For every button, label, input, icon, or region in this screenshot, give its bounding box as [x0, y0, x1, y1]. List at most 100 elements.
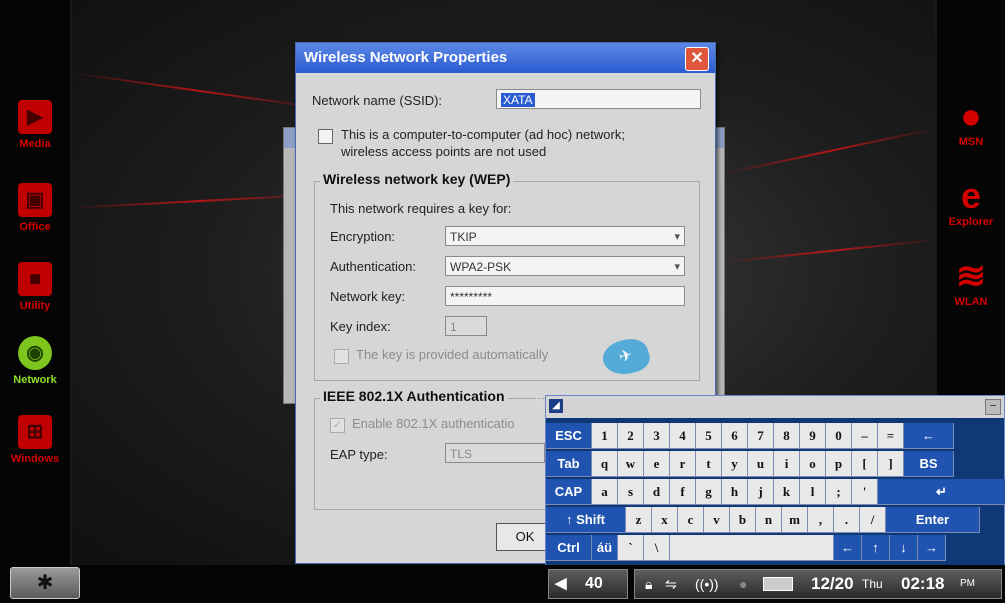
- gear-icon[interactable]: ✱: [10, 567, 80, 599]
- key[interactable]: ↓: [890, 535, 918, 561]
- keyindex-input[interactable]: 1: [445, 316, 487, 336]
- key[interactable]: CAP: [546, 479, 592, 505]
- onscreen-keyboard: ◢ – ESC 1 2 3 4 5 6 7 8 9 0– = ← Tab q w e r t y u i o p[] BS CAP…: [545, 395, 1005, 567]
- key[interactable]: e: [644, 451, 670, 477]
- key[interactable]: 6: [722, 423, 748, 449]
- key[interactable]: q: [592, 451, 618, 477]
- key[interactable]: r: [670, 451, 696, 477]
- key[interactable]: z: [626, 507, 652, 533]
- key[interactable]: g: [696, 479, 722, 505]
- key[interactable]: →: [918, 535, 946, 561]
- key[interactable]: 4: [670, 423, 696, 449]
- wifi-signal-icon: ((•)): [695, 576, 719, 592]
- key[interactable]: p: [826, 451, 852, 477]
- key[interactable]: 0: [826, 423, 852, 449]
- launcher-wlan[interactable]: ≋ WLAN: [937, 258, 1005, 309]
- status-date: 12/20: [811, 574, 854, 593]
- key[interactable]: ,: [808, 507, 834, 533]
- key[interactable]: Ctrl: [546, 535, 592, 561]
- wep-group-title: Wireless network key (WEP): [320, 171, 514, 187]
- key[interactable]: a: [592, 479, 618, 505]
- eap-value: TLS: [450, 447, 473, 461]
- key[interactable]: i: [774, 451, 800, 477]
- key[interactable]: ]: [878, 451, 904, 477]
- key[interactable]: BS: [904, 451, 954, 477]
- key[interactable]: b: [730, 507, 756, 533]
- key[interactable]: 2: [618, 423, 644, 449]
- key[interactable]: n: [756, 507, 782, 533]
- key[interactable]: ;: [826, 479, 852, 505]
- key[interactable]: `: [618, 535, 644, 561]
- launcher-label: Utility: [19, 300, 51, 312]
- key-space[interactable]: [670, 535, 834, 561]
- key[interactable]: x: [652, 507, 678, 533]
- encryption-select[interactable]: TKIP ▾: [445, 226, 685, 246]
- key[interactable]: ↵: [878, 479, 1005, 505]
- key[interactable]: l: [800, 479, 826, 505]
- key[interactable]: .: [834, 507, 860, 533]
- key[interactable]: j: [748, 479, 774, 505]
- key[interactable]: 1: [592, 423, 618, 449]
- key[interactable]: áü: [592, 535, 618, 561]
- key[interactable]: c: [678, 507, 704, 533]
- key[interactable]: Tab: [546, 451, 592, 477]
- key[interactable]: d: [644, 479, 670, 505]
- key[interactable]: =: [878, 423, 904, 449]
- netkey-input[interactable]: *********: [445, 286, 685, 306]
- key[interactable]: s: [618, 479, 644, 505]
- close-icon[interactable]: ✕: [685, 47, 709, 71]
- left-launcher-bar: ▶ Media ▣ Office ■ Utility ◉ Network ⊞ W…: [0, 0, 72, 565]
- key[interactable]: ESC: [546, 423, 592, 449]
- key[interactable]: [: [852, 451, 878, 477]
- key[interactable]: h: [722, 479, 748, 505]
- keyboard-menu-icon[interactable]: ◢: [549, 399, 563, 413]
- key[interactable]: 3: [644, 423, 670, 449]
- launcher-office[interactable]: ▣ Office: [0, 183, 70, 233]
- key[interactable]: 9: [800, 423, 826, 449]
- key[interactable]: m: [782, 507, 808, 533]
- key[interactable]: t: [696, 451, 722, 477]
- launcher-media[interactable]: ▶ Media: [0, 100, 70, 150]
- key[interactable]: w: [618, 451, 644, 477]
- key[interactable]: o: [800, 451, 826, 477]
- eap-select[interactable]: TLS: [445, 443, 545, 463]
- globe-icon: ◉: [18, 336, 52, 370]
- ie-icon: e: [960, 175, 982, 216]
- key[interactable]: ↑: [862, 535, 890, 561]
- launcher-msn[interactable]: ● MSN: [937, 98, 1005, 149]
- key[interactable]: f: [670, 479, 696, 505]
- auth-label: Authentication:: [330, 259, 417, 274]
- speaker-icon: ◀: [555, 575, 567, 592]
- minimize-icon[interactable]: –: [985, 399, 1001, 415]
- key[interactable]: ': [852, 479, 878, 505]
- dialog-titlebar: Wireless Network Properties ✕: [296, 43, 715, 73]
- keyindex-value: 1: [450, 320, 457, 334]
- launcher-utility[interactable]: ■ Utility: [0, 262, 70, 312]
- status-time: 02:18: [901, 574, 945, 593]
- auto-key-checkbox[interactable]: [334, 349, 349, 364]
- key[interactable]: 8: [774, 423, 800, 449]
- adhoc-checkbox[interactable]: [318, 129, 333, 144]
- usb-icon: ⇋: [665, 576, 677, 592]
- key[interactable]: Enter: [886, 507, 980, 533]
- volume-control[interactable]: ◀ 40: [548, 569, 628, 599]
- key[interactable]: u: [748, 451, 774, 477]
- ssid-input[interactable]: XATA: [496, 89, 701, 109]
- launcher-windows[interactable]: ⊞ Windows: [0, 415, 70, 465]
- key[interactable]: ←: [834, 535, 862, 561]
- key[interactable]: /: [860, 507, 886, 533]
- key[interactable]: \: [644, 535, 670, 561]
- netkey-label: Network key:: [330, 289, 406, 304]
- key[interactable]: ↑ Shift: [546, 507, 626, 533]
- key[interactable]: v: [704, 507, 730, 533]
- key[interactable]: –: [852, 423, 878, 449]
- key[interactable]: k: [774, 479, 800, 505]
- launcher-network[interactable]: ◉ Network: [0, 336, 70, 386]
- key[interactable]: 7: [748, 423, 774, 449]
- key[interactable]: ←: [904, 423, 954, 449]
- key[interactable]: y: [722, 451, 748, 477]
- auth-select[interactable]: WPA2-PSK ▾: [445, 256, 685, 276]
- key[interactable]: 5: [696, 423, 722, 449]
- enable-8021x-checkbox[interactable]: ✓: [330, 418, 345, 433]
- launcher-explorer[interactable]: e Explorer: [937, 175, 1005, 229]
